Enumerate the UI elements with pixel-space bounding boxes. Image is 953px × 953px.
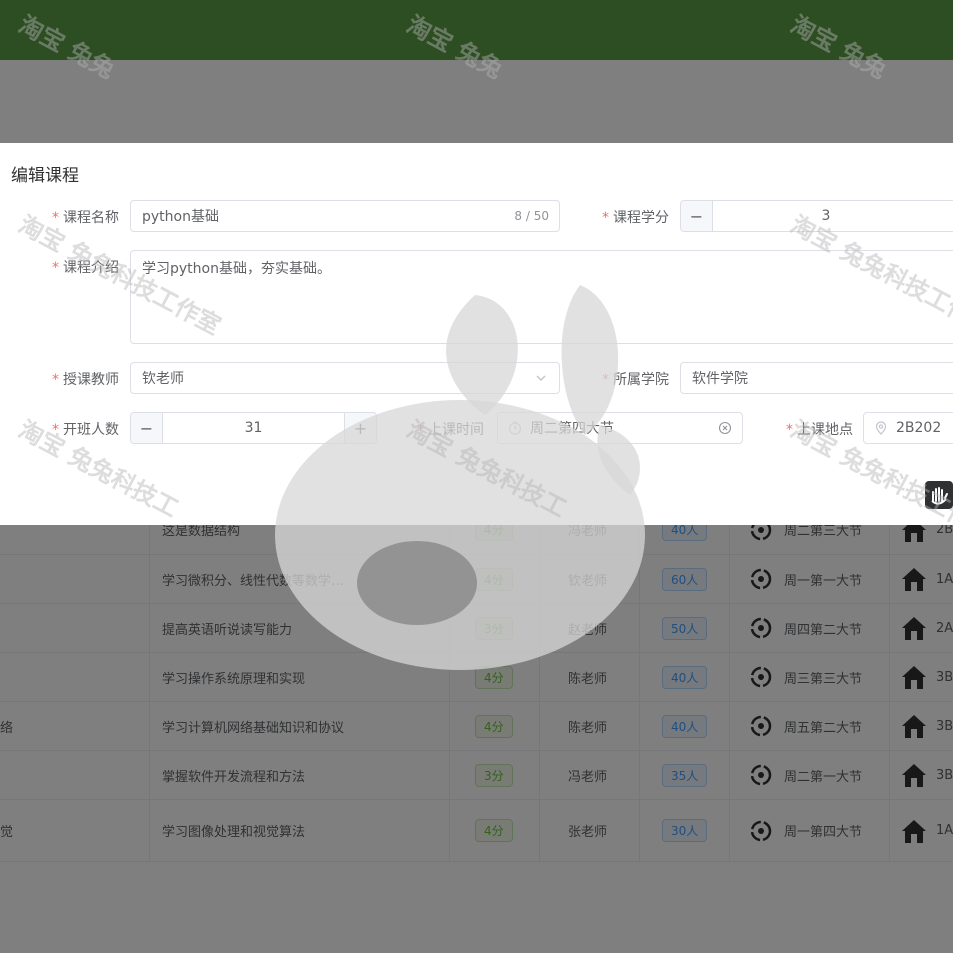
required-mark: * <box>52 210 59 226</box>
chevron-down-icon[interactable] <box>535 372 547 384</box>
required-mark: * <box>602 210 609 226</box>
dialog-title: 编辑课程 <box>11 166 79 186</box>
teacher-label-text: 授课教师 <box>63 372 119 388</box>
college-select[interactable]: 软件学院 <box>680 362 953 394</box>
course-name-input[interactable]: python基础 8 / 50 <box>130 200 560 232</box>
char-counter: 8 / 50 <box>514 209 549 223</box>
class-time-picker[interactable]: 周二第四大节 <box>497 412 743 444</box>
course-intro-label-text: 课程介绍 <box>63 260 119 276</box>
required-mark: * <box>786 422 793 438</box>
college-value: 软件学院 <box>692 371 748 387</box>
location-label-text: 上课地点 <box>797 422 853 438</box>
clear-circle-icon[interactable] <box>718 421 732 435</box>
course-intro-label: * 课程介绍 <box>52 257 119 277</box>
required-mark: * <box>52 422 59 438</box>
capacity-increase-button[interactable]: + <box>344 413 376 443</box>
required-mark: * <box>602 372 609 388</box>
course-intro-value: 学习python基础，夯实基础。 <box>142 261 331 277</box>
class-time-label: * 上课时间 <box>417 419 484 439</box>
college-label-text: 所属学院 <box>613 372 669 388</box>
location-value: 2B202 <box>896 420 942 436</box>
teacher-value: 钦老师 <box>142 371 184 387</box>
capacity-label-text: 开班人数 <box>63 422 119 438</box>
capacity-decrease-button[interactable]: − <box>131 413 163 443</box>
credit-decrease-button[interactable]: − <box>681 201 713 231</box>
capacity-value[interactable]: 31 <box>163 413 344 443</box>
location-input[interactable]: 2B202 <box>863 412 953 444</box>
course-intro-textarea[interactable]: 学习python基础，夯实基础。 <box>130 250 953 344</box>
teacher-select[interactable]: 钦老师 <box>130 362 560 394</box>
course-name-value: python基础 <box>142 209 219 225</box>
credit-label-text: 课程学分 <box>613 210 669 226</box>
hand-icon[interactable] <box>925 481 953 509</box>
credit-label: * 课程学分 <box>602 207 669 227</box>
required-mark: * <box>417 422 424 438</box>
class-time-label-text: 上课时间 <box>428 422 484 438</box>
credit-stepper[interactable]: − 3 <box>680 200 953 232</box>
required-mark: * <box>52 260 59 276</box>
capacity-stepper[interactable]: − 31 + <box>130 412 377 444</box>
edit-course-dialog: 编辑课程 * 课程名称 python基础 8 / 50 * 课程学分 − 3 * 课程… <box>0 143 953 525</box>
teacher-label: * 授课教师 <box>52 369 119 389</box>
capacity-label: * 开班人数 <box>52 419 119 439</box>
location-label: * 上课地点 <box>786 419 853 439</box>
credit-value[interactable]: 3 <box>713 201 939 231</box>
clock-icon <box>508 421 522 435</box>
class-time-value: 周二第四大节 <box>530 421 614 437</box>
college-label: * 所属学院 <box>602 369 669 389</box>
course-name-label: * 课程名称 <box>52 207 119 227</box>
location-pin-icon <box>875 421 887 435</box>
course-name-label-text: 课程名称 <box>63 210 119 226</box>
required-mark: * <box>52 372 59 388</box>
